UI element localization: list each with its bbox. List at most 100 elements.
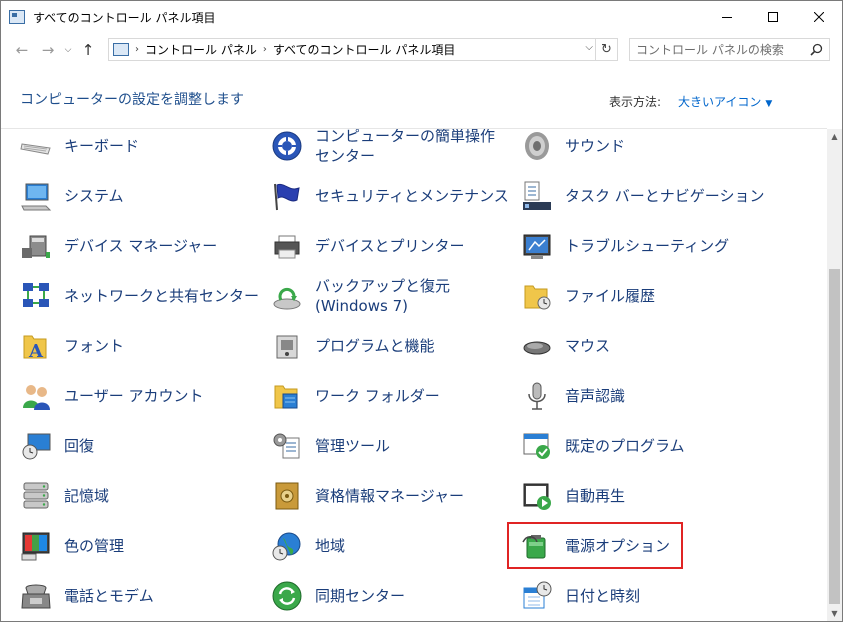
recent-locations-button[interactable]: ⌵ bbox=[61, 37, 75, 63]
back-arrow-icon: ← bbox=[15, 41, 29, 59]
item-label[interactable]: 回復 bbox=[64, 436, 94, 456]
item-label[interactable]: マウス bbox=[565, 336, 610, 356]
search-input[interactable] bbox=[636, 42, 806, 57]
item-user-accounts[interactable]: ユーザー アカウント bbox=[20, 374, 203, 418]
chevron-down-icon: ⌵ bbox=[64, 45, 72, 55]
scroll-up-icon[interactable]: ▲ bbox=[827, 129, 842, 144]
item-troubleshooting[interactable]: トラブルシューティング bbox=[521, 224, 729, 268]
item-label[interactable]: 音声認識 bbox=[565, 386, 625, 406]
item-label[interactable]: デバイス マネージャー bbox=[64, 236, 217, 256]
item-keyboard[interactable]: キーボード bbox=[20, 129, 139, 168]
sync-icon bbox=[272, 581, 302, 611]
item-label[interactable]: キーボード bbox=[64, 136, 139, 156]
breadcrumb-all-items[interactable]: すべてのコントロール パネル項目 bbox=[273, 41, 456, 58]
item-programs-features[interactable]: プログラムと機能 bbox=[271, 324, 435, 368]
item-label[interactable]: 地域 bbox=[315, 536, 345, 556]
item-label[interactable]: プログラムと機能 bbox=[315, 336, 435, 356]
autoplay-icon bbox=[523, 483, 551, 510]
view-by-dropdown[interactable]: 大きいアイコン ▼ bbox=[678, 93, 772, 110]
item-label[interactable]: 記憶域 bbox=[64, 486, 109, 506]
address-bar[interactable]: › コントロール パネル › すべてのコントロール パネル項目 ⌵ ↻ bbox=[108, 38, 618, 61]
item-recovery[interactable]: 回復 bbox=[20, 424, 94, 468]
item-security-maintenance[interactable]: セキュリティとメンテナンス bbox=[271, 174, 509, 218]
forward-button[interactable]: → bbox=[35, 37, 61, 63]
item-ease-of-access[interactable]: コンピューターの簡単操作センター bbox=[271, 129, 505, 168]
item-label[interactable]: 色の管理 bbox=[64, 536, 124, 556]
scrollbar-thumb[interactable] bbox=[829, 269, 840, 604]
vertical-scrollbar[interactable]: ▲ ▼ bbox=[827, 129, 842, 621]
item-label[interactable]: 既定のプログラム bbox=[565, 436, 685, 456]
item-fonts[interactable]: A フォント bbox=[20, 324, 124, 368]
item-label[interactable]: 同期センター bbox=[315, 586, 405, 606]
item-label[interactable]: サウンド bbox=[565, 136, 625, 156]
printer-icon bbox=[274, 235, 300, 259]
item-file-history[interactable]: ファイル履歴 bbox=[521, 274, 655, 318]
item-backup-restore[interactable]: バックアップと復元 (Windows 7) bbox=[271, 274, 505, 318]
item-autoplay[interactable]: 自動再生 bbox=[521, 474, 625, 518]
item-system[interactable]: システム bbox=[20, 174, 124, 218]
item-devices-printers[interactable]: デバイスとプリンター bbox=[271, 224, 465, 268]
search-icon[interactable] bbox=[810, 43, 823, 56]
item-default-programs[interactable]: 既定のプログラム bbox=[521, 424, 685, 468]
item-label[interactable]: デバイスとプリンター bbox=[315, 236, 465, 256]
navigation-bar: ← → ⌵ ↑ › コントロール パネル › すべてのコントロール パネル項目 … bbox=[1, 33, 842, 67]
item-label[interactable]: フォント bbox=[64, 336, 124, 356]
close-button[interactable] bbox=[796, 1, 842, 32]
item-label[interactable]: 資格情報マネージャー bbox=[315, 486, 464, 506]
item-label[interactable]: コンピューターの簡単操作センター bbox=[315, 129, 505, 166]
item-network-sharing[interactable]: ネットワークと共有センター bbox=[20, 274, 259, 318]
caret-down-icon[interactable]: ▼ bbox=[765, 99, 772, 109]
keyboard-icon bbox=[20, 143, 51, 155]
address-dropdown-icon[interactable]: ⌵ bbox=[585, 42, 593, 53]
item-label[interactable]: ファイル履歴 bbox=[565, 286, 655, 306]
view-by-value[interactable]: 大きいアイコン bbox=[678, 95, 761, 109]
item-credential-manager[interactable]: 資格情報マネージャー bbox=[271, 474, 464, 518]
item-taskbar[interactable]: タスク バーとナビゲーション bbox=[521, 174, 764, 218]
back-button[interactable]: ← bbox=[9, 37, 35, 63]
recovery-icon bbox=[22, 433, 51, 460]
work-folders-icon bbox=[274, 385, 298, 409]
up-button[interactable]: ↑ bbox=[75, 37, 101, 63]
color-management-icon bbox=[21, 532, 50, 561]
item-speech-recognition[interactable]: 音声認識 bbox=[521, 374, 625, 418]
item-region[interactable]: 地域 bbox=[271, 524, 345, 568]
search-box[interactable] bbox=[629, 38, 830, 61]
item-label[interactable]: バックアップと復元 (Windows 7) bbox=[315, 276, 505, 316]
item-administrative-tools[interactable]: 管理ツール bbox=[271, 424, 390, 468]
refresh-button[interactable]: ↻ bbox=[595, 39, 617, 60]
breadcrumb-separator-icon[interactable]: › bbox=[263, 44, 267, 55]
item-label[interactable]: ネットワークと共有センター bbox=[64, 286, 259, 306]
item-sound[interactable]: サウンド bbox=[521, 129, 625, 168]
maximize-icon bbox=[768, 11, 778, 22]
item-label[interactable]: ユーザー アカウント bbox=[64, 386, 203, 406]
close-icon bbox=[814, 11, 824, 22]
item-storage-spaces[interactable]: 記憶域 bbox=[20, 474, 109, 518]
maximize-button[interactable] bbox=[750, 1, 796, 32]
item-label[interactable]: 管理ツール bbox=[315, 436, 390, 456]
item-label[interactable]: システム bbox=[64, 186, 124, 206]
breadcrumb-separator-icon[interactable]: › bbox=[135, 44, 139, 55]
item-sync-center[interactable]: 同期センター bbox=[271, 574, 405, 618]
item-label[interactable]: トラブルシューティング bbox=[565, 236, 729, 256]
item-label[interactable]: セキュリティとメンテナンス bbox=[315, 186, 509, 206]
item-label[interactable]: 電話とモデム bbox=[64, 586, 154, 606]
control-panel-icon bbox=[9, 10, 25, 24]
item-label[interactable]: 日付と時刻 bbox=[565, 586, 640, 606]
item-mouse[interactable]: マウス bbox=[521, 324, 610, 368]
item-color-management[interactable]: 色の管理 bbox=[20, 524, 124, 568]
item-label[interactable]: ワーク フォルダー bbox=[315, 386, 440, 406]
item-work-folders[interactable]: ワーク フォルダー bbox=[271, 374, 440, 418]
minimize-button[interactable] bbox=[704, 1, 750, 32]
item-phone-modem[interactable]: 電話とモデム bbox=[20, 574, 154, 618]
highlight-box bbox=[507, 522, 683, 569]
item-device-manager[interactable]: デバイス マネージャー bbox=[20, 224, 217, 268]
item-date-time[interactable]: 日付と時刻 bbox=[521, 574, 640, 618]
item-label[interactable]: 自動再生 bbox=[565, 486, 625, 506]
storage-icon bbox=[23, 482, 49, 509]
control-panel-window: すべてのコントロール パネル項目 ← → ⌵ ↑ › コントロール パネル › … bbox=[0, 0, 843, 622]
backup-icon bbox=[273, 287, 301, 310]
taskbar-icon bbox=[523, 181, 551, 210]
item-label[interactable]: タスク バーとナビゲーション bbox=[565, 186, 764, 206]
scroll-down-icon[interactable]: ▼ bbox=[827, 606, 842, 621]
breadcrumb-control-panel[interactable]: コントロール パネル bbox=[145, 41, 257, 58]
